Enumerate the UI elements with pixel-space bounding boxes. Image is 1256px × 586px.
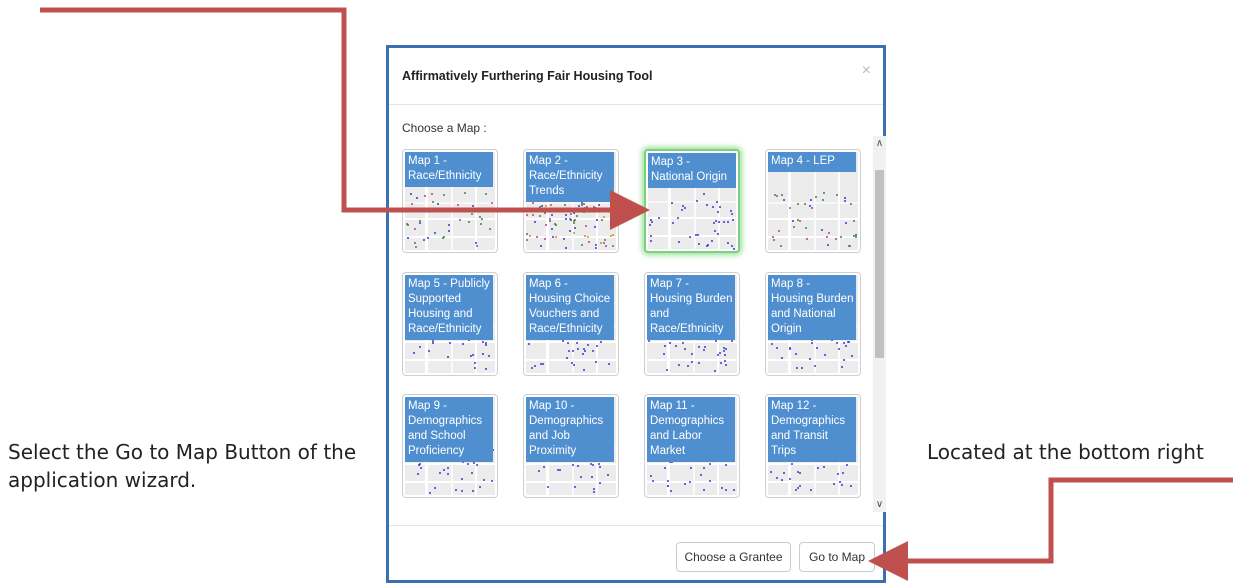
close-icon[interactable]: × xyxy=(862,62,871,80)
scroll-down-icon[interactable]: ∨ xyxy=(873,497,886,512)
choose-grantee-button[interactable]: Choose a Grantee xyxy=(676,542,791,572)
map-tile-label: Map 12 - Demographics and Transit Trips xyxy=(768,397,856,462)
map-tile-8[interactable]: Map 8 - Housing Burden and National Orig… xyxy=(765,272,861,376)
map-tile-5[interactable]: Map 5 - Publicly Supported Housing and R… xyxy=(402,272,498,376)
go-to-map-button[interactable]: Go to Map xyxy=(799,542,875,572)
map-tile-label: Map 4 - LEP xyxy=(768,152,856,172)
map-tile-label: Map 9 - Demographics and School Proficie… xyxy=(405,397,493,462)
map-tile-3[interactable]: Map 3 - National Origin xyxy=(644,149,740,253)
map-tile-7[interactable]: Map 7 - Housing Burden and Race/Ethnicit… xyxy=(644,272,740,376)
map-tile-label: Map 11 - Demographics and Labor Market xyxy=(647,397,735,462)
map-tile-label: Map 3 - National Origin xyxy=(648,153,736,188)
map-tile-6[interactable]: Map 6 - Housing Choice Vouchers and Race… xyxy=(523,272,619,376)
dialog-title: Affirmatively Furthering Fair Housing To… xyxy=(402,69,653,83)
map-tile-label: Map 7 - Housing Burden and Race/Ethnicit… xyxy=(647,275,735,340)
map-tile-4[interactable]: Map 4 - LEP xyxy=(765,149,861,253)
map-tile-1[interactable]: Map 1 - Race/Ethnicity xyxy=(402,149,498,253)
map-list-scrollbar[interactable]: ∧ ∨ xyxy=(873,136,886,512)
dialog-footer: Choose a Grantee Go to Map xyxy=(389,525,883,584)
map-tile-label: Map 10 - Demographics and Job Proximity xyxy=(526,397,614,462)
map-tile-label: Map 6 - Housing Choice Vouchers and Race… xyxy=(526,275,614,340)
map-tile-grid: Map 1 - Race/Ethnicity Map 2 - Race/Ethni… xyxy=(389,134,873,514)
map-tile-label: Map 5 - Publicly Supported Housing and R… xyxy=(405,275,493,340)
map-tile-9[interactable]: Map 9 - Demographics and School Proficie… xyxy=(402,394,498,498)
map-tile-label: Map 2 - Race/Ethnicity Trends xyxy=(526,152,614,202)
map-tile-10[interactable]: Map 10 - Demographics and Job Proximity xyxy=(523,394,619,498)
map-tile-label: Map 8 - Housing Burden and National Orig… xyxy=(768,275,856,340)
choose-map-label: Choose a Map : xyxy=(402,121,487,135)
map-selection-dialog: Affirmatively Furthering Fair Housing To… xyxy=(386,45,886,583)
instruction-text-right: Located at the bottom right xyxy=(927,440,1204,464)
map-tile-12[interactable]: Map 12 - Demographics and Transit Trips xyxy=(765,394,861,498)
scroll-thumb[interactable] xyxy=(875,170,884,358)
map-tile-11[interactable]: Map 11 - Demographics and Labor Market xyxy=(644,394,740,498)
map-tile-2[interactable]: Map 2 - Race/Ethnicity Trends xyxy=(523,149,619,253)
map-tile-label: Map 1 - Race/Ethnicity xyxy=(405,152,493,187)
instruction-text-left: Select the Go to Map Button of the appli… xyxy=(8,440,357,492)
scroll-up-icon[interactable]: ∧ xyxy=(873,136,886,151)
callout-arrow-go-to-map xyxy=(868,477,1233,581)
dialog-header: Affirmatively Furthering Fair Housing To… xyxy=(389,48,883,105)
